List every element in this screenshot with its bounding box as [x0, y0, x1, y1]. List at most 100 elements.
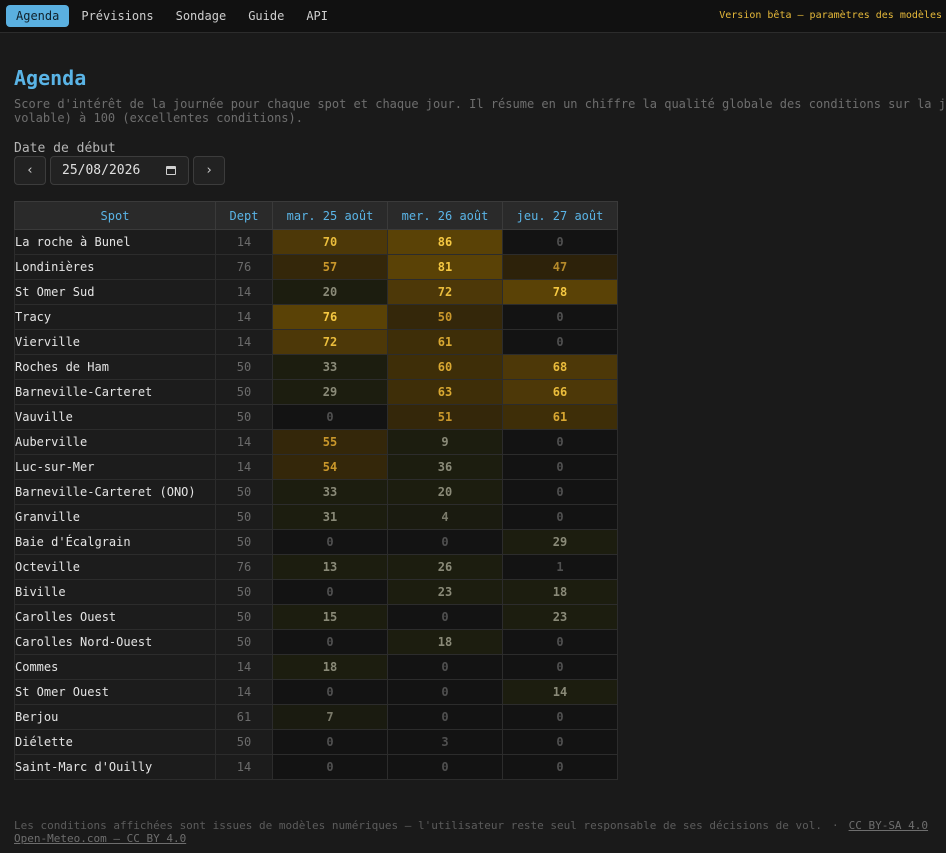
score-cell[interactable]: 0 [502, 754, 618, 780]
score-cell[interactable]: 76 [272, 304, 388, 330]
score-cell[interactable]: 0 [272, 754, 388, 780]
score-cell[interactable]: 0 [502, 329, 618, 355]
score-cell[interactable]: 0 [272, 579, 388, 605]
table-row[interactable]: Auberville 14 55 9 0 [14, 429, 618, 455]
table-row[interactable]: Octeville 76 13 26 1 [14, 554, 618, 580]
score-cell[interactable]: 0 [387, 604, 503, 630]
spot-name[interactable]: Octeville [14, 554, 216, 580]
score-cell[interactable]: 78 [502, 279, 618, 305]
spot-name[interactable]: Barneville-Carteret (ONO) [14, 479, 216, 505]
score-cell[interactable]: 68 [502, 354, 618, 380]
score-cell[interactable]: 29 [272, 379, 388, 405]
nav-tab-api[interactable]: API [296, 5, 338, 27]
score-cell[interactable]: 18 [502, 579, 618, 605]
table-row[interactable]: Commes 14 18 0 0 [14, 654, 618, 680]
spot-name[interactable]: Vauville [14, 404, 216, 430]
spot-name[interactable]: Roches de Ham [14, 354, 216, 380]
score-cell[interactable]: 18 [387, 629, 503, 655]
header-day-3[interactable]: jeu. 27 août [502, 201, 618, 230]
table-row[interactable]: Barneville-Carteret (ONO) 50 33 20 0 [14, 479, 618, 505]
table-row[interactable]: La roche à Bunel 14 70 86 0 [14, 229, 618, 255]
table-row[interactable]: St Omer Ouest 14 0 0 14 [14, 679, 618, 705]
header-day-1[interactable]: mar. 25 août [272, 201, 388, 230]
score-cell[interactable]: 51 [387, 404, 503, 430]
score-cell[interactable]: 54 [272, 454, 388, 480]
score-cell[interactable]: 4 [387, 504, 503, 530]
table-row[interactable]: Londinières 76 57 81 47 [14, 254, 618, 280]
table-row[interactable]: Barneville-Carteret 50 29 63 66 [14, 379, 618, 405]
table-row[interactable]: Saint-Marc d'Ouilly 14 0 0 0 [14, 754, 618, 780]
score-cell[interactable]: 1 [502, 554, 618, 580]
score-cell[interactable]: 0 [272, 679, 388, 705]
score-cell[interactable]: 0 [387, 704, 503, 730]
table-row[interactable]: Biville 50 0 23 18 [14, 579, 618, 605]
spot-name[interactable]: Biville [14, 579, 216, 605]
spot-name[interactable]: Barneville-Carteret [14, 379, 216, 405]
score-cell[interactable]: 0 [387, 679, 503, 705]
score-cell[interactable]: 72 [387, 279, 503, 305]
spot-name[interactable]: La roche à Bunel [14, 229, 216, 255]
score-cell[interactable]: 0 [502, 479, 618, 505]
score-cell[interactable]: 23 [387, 579, 503, 605]
score-cell[interactable]: 55 [272, 429, 388, 455]
nav-tab-previsions[interactable]: Prévisions [71, 5, 163, 27]
spot-name[interactable]: St Omer Ouest [14, 679, 216, 705]
spot-name[interactable]: Londinières [14, 254, 216, 280]
table-row[interactable]: Granville 50 31 4 0 [14, 504, 618, 530]
score-cell[interactable]: 13 [272, 554, 388, 580]
header-day-2[interactable]: mer. 26 août [387, 201, 503, 230]
score-cell[interactable]: 81 [387, 254, 503, 280]
score-cell[interactable]: 0 [502, 729, 618, 755]
next-day-button[interactable]: › [193, 156, 225, 185]
score-cell[interactable]: 14 [502, 679, 618, 705]
score-cell[interactable]: 60 [387, 354, 503, 380]
score-cell[interactable]: 0 [272, 629, 388, 655]
score-cell[interactable]: 70 [272, 229, 388, 255]
table-row[interactable]: Baie d'Écalgrain 50 0 0 29 [14, 529, 618, 555]
score-cell[interactable]: 0 [502, 429, 618, 455]
score-cell[interactable]: 0 [502, 704, 618, 730]
previous-day-button[interactable]: ‹ [14, 156, 46, 185]
table-row[interactable]: Carolles Nord-Ouest 50 0 18 0 [14, 629, 618, 655]
start-date-input[interactable]: 25/08/2026 [50, 156, 189, 185]
score-cell[interactable]: 33 [272, 479, 388, 505]
score-cell[interactable]: 0 [272, 729, 388, 755]
spot-name[interactable]: Luc-sur-Mer [14, 454, 216, 480]
table-row[interactable]: St Omer Sud 14 20 72 78 [14, 279, 618, 305]
spot-name[interactable]: Tracy [14, 304, 216, 330]
spot-name[interactable]: St Omer Sud [14, 279, 216, 305]
score-cell[interactable]: 26 [387, 554, 503, 580]
nav-tab-guide[interactable]: Guide [238, 5, 294, 27]
score-cell[interactable]: 63 [387, 379, 503, 405]
spot-name[interactable]: Diélette [14, 729, 216, 755]
score-cell[interactable]: 86 [387, 229, 503, 255]
table-row[interactable]: Vauville 50 0 51 61 [14, 404, 618, 430]
table-row[interactable]: Roches de Ham 50 33 60 68 [14, 354, 618, 380]
score-cell[interactable]: 3 [387, 729, 503, 755]
spot-name[interactable]: Commes [14, 654, 216, 680]
score-cell[interactable]: 0 [502, 454, 618, 480]
score-cell[interactable]: 0 [272, 404, 388, 430]
table-row[interactable]: Tracy 14 76 50 0 [14, 304, 618, 330]
spot-name[interactable]: Carolles Nord-Ouest [14, 629, 216, 655]
score-cell[interactable]: 15 [272, 604, 388, 630]
score-cell[interactable]: 0 [502, 229, 618, 255]
nav-tab-sondage[interactable]: Sondage [166, 5, 237, 27]
score-cell[interactable]: 61 [502, 404, 618, 430]
score-cell[interactable]: 0 [387, 529, 503, 555]
score-cell[interactable]: 20 [272, 279, 388, 305]
score-cell[interactable]: 0 [502, 304, 618, 330]
table-row[interactable]: Carolles Ouest 50 15 0 23 [14, 604, 618, 630]
table-row[interactable]: Luc-sur-Mer 14 54 36 0 [14, 454, 618, 480]
score-cell[interactable]: 0 [502, 629, 618, 655]
table-row[interactable]: Vierville 14 72 61 0 [14, 329, 618, 355]
spot-name[interactable]: Saint-Marc d'Ouilly [14, 754, 216, 780]
score-cell[interactable]: 72 [272, 329, 388, 355]
header-spot[interactable]: Spot [14, 201, 216, 230]
score-cell[interactable]: 61 [387, 329, 503, 355]
spot-name[interactable]: Carolles Ouest [14, 604, 216, 630]
score-cell[interactable]: 0 [387, 654, 503, 680]
data-source-link[interactable]: Open-Meteo.com — CC BY 4.0 [14, 832, 186, 845]
spot-name[interactable]: Granville [14, 504, 216, 530]
license-link[interactable]: CC BY-SA 4.0 [849, 819, 928, 832]
